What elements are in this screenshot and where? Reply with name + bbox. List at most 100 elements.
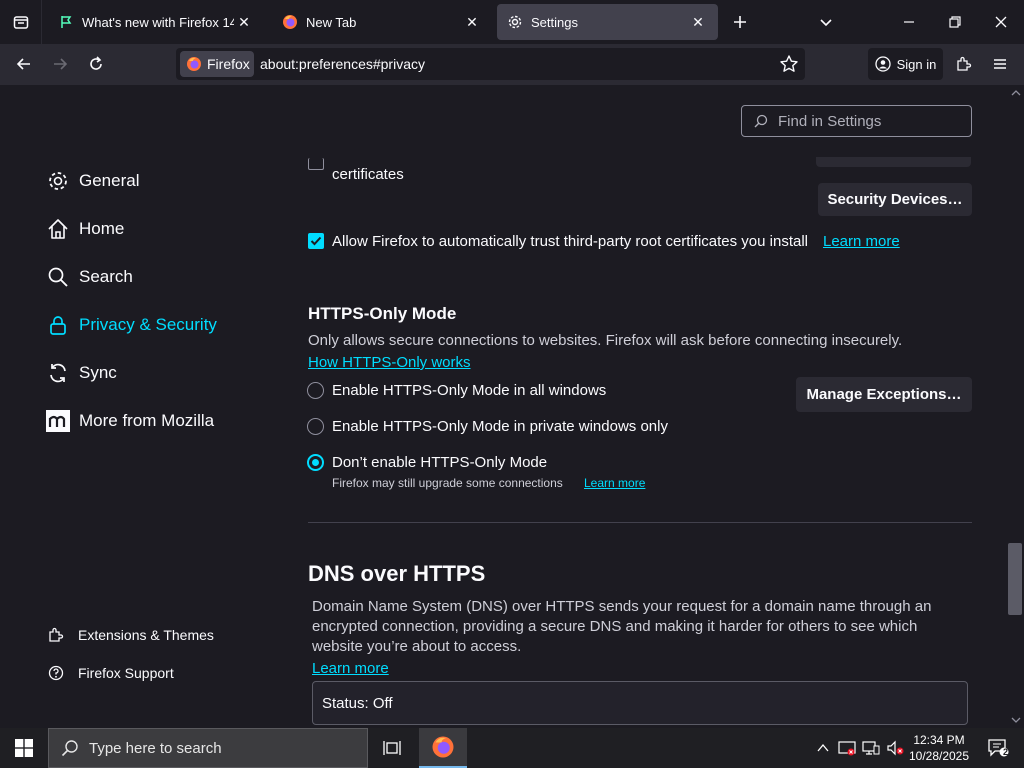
gear-icon — [507, 14, 523, 30]
puzzle-icon — [957, 56, 972, 71]
start-button[interactable] — [0, 728, 48, 768]
find-in-settings-input[interactable]: Find in Settings — [741, 105, 972, 137]
restore-button[interactable] — [932, 0, 978, 44]
defender-icon — [838, 741, 856, 756]
dns-description-line-3: website you’re about to access. — [312, 638, 522, 655]
view-certificates-button-partial[interactable] — [816, 157, 971, 167]
bookmark-star-icon[interactable] — [779, 54, 799, 74]
minimize-button[interactable] — [886, 0, 932, 44]
sync-icon — [46, 361, 70, 385]
nav-bar: Firefox about:preferences#privacy Sign i… — [0, 44, 1024, 85]
volume-muted-icon — [887, 740, 904, 756]
clock-time: 12:34 PM — [913, 733, 965, 747]
dns-description-line-2: encrypted connection, providing a secure… — [312, 618, 918, 635]
https-only-private-windows-radio[interactable] — [307, 418, 324, 435]
search-icon — [46, 265, 70, 289]
hamburger-menu-icon — [994, 59, 1006, 69]
dns-over-https-heading: DNS over HTTPS — [308, 561, 486, 586]
restore-icon — [949, 16, 961, 28]
sidebar-foot-label: Extensions & Themes — [78, 627, 214, 643]
sidebar-item-label: Privacy & Security — [79, 315, 217, 334]
forward-button[interactable] — [44, 48, 76, 80]
back-button[interactable] — [8, 48, 40, 80]
trust-root-certificates-label: Allow Firefox to automatically trust thi… — [332, 233, 809, 250]
lock-icon — [46, 313, 70, 337]
scroll-down-icon — [1011, 717, 1021, 723]
https-only-note-learn-more-link[interactable]: Learn more — [584, 476, 645, 490]
sidebar-item-sync[interactable]: Sync — [46, 361, 117, 385]
identity-label: Firefox — [207, 56, 250, 72]
tab-close-icon[interactable]: ✕ — [462, 12, 482, 32]
trust-root-certificates-checkbox[interactable] — [308, 233, 324, 249]
forward-arrow-icon — [54, 58, 68, 70]
how-https-only-works-link[interactable]: How HTTPS-Only works — [308, 354, 471, 371]
tab-label: Settings — [531, 14, 578, 30]
manage-exceptions-button[interactable]: Manage Exceptions… — [796, 377, 972, 412]
url-text[interactable]: about:preferences#privacy — [260, 56, 425, 72]
list-all-tabs-button[interactable] — [803, 0, 849, 44]
settings-page: General Home Search Privacy & Security S… — [0, 85, 1024, 728]
whats-new-favicon-icon — [58, 14, 74, 30]
taskbar-clock[interactable]: 12:34 PM 10/28/2025 — [906, 732, 972, 764]
show-hidden-icons-button[interactable] — [812, 728, 834, 768]
tab-close-icon[interactable]: ✕ — [234, 12, 254, 32]
search-icon — [61, 740, 78, 757]
sidebar-firefox-support-link[interactable]: Firefox Support — [48, 665, 174, 681]
action-center-button[interactable]: 2 — [978, 728, 1018, 768]
gear-icon — [46, 169, 70, 193]
security-tray-icon[interactable] — [836, 728, 858, 768]
dns-description-line-1: Domain Name System (DNS) over HTTPS send… — [312, 598, 932, 615]
firefox-logo-icon — [187, 57, 201, 71]
trust-learn-more-link[interactable]: Learn more — [823, 233, 900, 250]
sign-in-button[interactable]: Sign in — [868, 48, 943, 80]
security-devices-button[interactable]: Security Devices… — [818, 183, 972, 216]
firefox-view-button[interactable] — [0, 0, 42, 44]
clock-date: 10/28/2025 — [908, 749, 970, 763]
https-only-heading: HTTPS-Only Mode — [308, 304, 457, 323]
notification-count-badge: 2 — [1003, 747, 1009, 757]
taskbar-firefox-button[interactable] — [419, 728, 467, 768]
dns-learn-more-link[interactable]: Learn more — [312, 660, 389, 677]
certificates-checkbox[interactable] — [308, 158, 324, 170]
section-divider — [308, 522, 972, 523]
plus-icon — [734, 16, 746, 28]
firefox-view-icon — [13, 16, 28, 29]
tab-new-tab[interactable]: New Tab ✕ — [272, 4, 492, 40]
scrollbar-thumb[interactable] — [1008, 543, 1022, 615]
https-only-all-windows-radio[interactable] — [307, 382, 324, 399]
network-tray-icon[interactable] — [860, 728, 882, 768]
volume-tray-icon[interactable] — [884, 728, 906, 768]
firefox-logo-icon — [432, 736, 454, 758]
reload-button[interactable] — [80, 48, 112, 80]
sidebar-item-label: Search — [79, 267, 133, 286]
menu-button[interactable] — [984, 48, 1016, 80]
extensions-button[interactable] — [948, 48, 980, 80]
https-only-disabled-radio[interactable] — [307, 454, 324, 471]
taskbar-search-box[interactable]: Type here to search — [48, 728, 368, 768]
new-tab-button[interactable] — [717, 0, 763, 44]
task-view-button[interactable] — [370, 728, 414, 768]
puzzle-icon — [48, 627, 64, 643]
sidebar-item-home[interactable]: Home — [46, 217, 124, 241]
sidebar-item-search[interactable]: Search — [46, 265, 133, 289]
minimize-icon — [904, 21, 914, 23]
tab-whats-new[interactable]: What's new with Firefox 144 ✕ — [48, 4, 264, 40]
tab-close-icon[interactable]: ✕ — [688, 12, 708, 32]
checkmark-icon — [310, 236, 322, 246]
page-scrollbar[interactable] — [1008, 85, 1024, 728]
taskbar-search-placeholder: Type here to search — [89, 739, 222, 757]
sidebar-item-more-from-mozilla[interactable]: More from Mozilla — [46, 409, 214, 433]
https-only-all-windows-label: Enable HTTPS-Only Mode in all windows — [332, 382, 607, 399]
sidebar-item-general[interactable]: General — [46, 169, 139, 193]
network-icon — [862, 741, 880, 755]
tab-label: New Tab — [306, 14, 357, 30]
sidebar-item-label: General — [79, 171, 140, 190]
sidebar-extensions-themes-link[interactable]: Extensions & Themes — [48, 627, 214, 643]
tab-settings[interactable]: Settings ✕ — [497, 4, 718, 40]
sidebar-foot-label: Firefox Support — [78, 665, 174, 681]
identity-box[interactable]: Firefox — [180, 51, 254, 77]
close-window-button[interactable] — [978, 0, 1024, 44]
https-only-note: Firefox may still upgrade some connectio… — [332, 476, 563, 490]
url-bar[interactable]: Firefox about:preferences#privacy — [176, 48, 805, 80]
sidebar-item-privacy-security[interactable]: Privacy & Security — [46, 313, 217, 337]
